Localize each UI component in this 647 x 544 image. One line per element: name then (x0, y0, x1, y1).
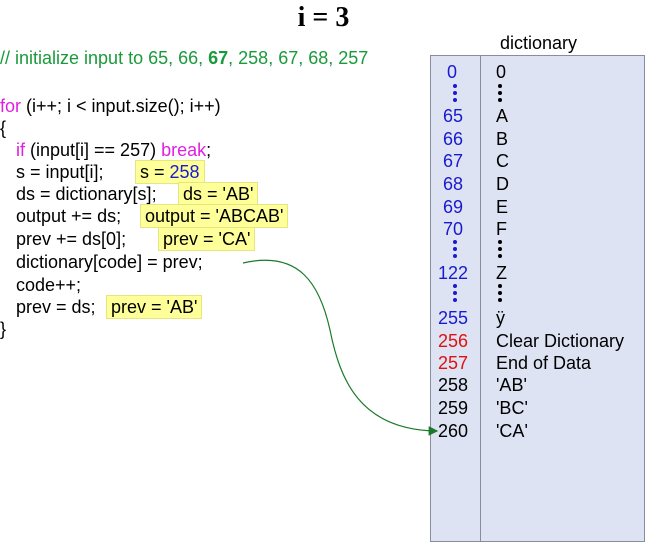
code-prev1-line: prev += ds[0]; (16, 229, 127, 249)
dict-entry-258: 'AB' (496, 375, 527, 395)
dict-code-70: 70 (443, 219, 464, 239)
code-close-brace: } (0, 319, 7, 339)
ellipsis-dots-entry-1 (498, 84, 502, 105)
dict-entry-69: E (496, 197, 509, 217)
dict-code-122: 122 (438, 263, 469, 283)
highlight-output: output = 'ABCAB' (140, 204, 289, 228)
dict-entry-66: B (496, 129, 509, 149)
dict-entry-122: Z (496, 263, 507, 283)
code-dictionary-line: dictionary[code] = prev; (16, 252, 203, 272)
ellipsis-dots-code-3 (453, 284, 457, 305)
dict-code-65: 65 (443, 106, 464, 126)
code-comment-line: // initialize input to 65, 66, 67, 258, … (0, 48, 369, 68)
code-ds-line: ds = dictionary[s]; (16, 184, 157, 204)
dict-entry-67: C (496, 151, 509, 171)
ellipsis-dots-code-1 (453, 84, 457, 105)
dict-code-0: 0 (447, 62, 458, 82)
dict-entry-260: 'CA' (496, 421, 528, 441)
dictionary-divider (480, 55, 481, 542)
comment-bold-value: 67 (208, 48, 229, 68)
highlight-s: s = 258 (135, 160, 205, 184)
dict-code-260: 260 (438, 421, 469, 441)
dict-entry-65: A (496, 106, 509, 126)
code-for-line: for (i++; i < input.size(); i++) (0, 96, 221, 116)
highlight-prev2: prev = 'AB' (106, 295, 203, 319)
dict-entry-0: 0 (496, 62, 507, 82)
iteration-title: i = 3 (297, 2, 350, 33)
code-code-line: code++; (16, 275, 82, 295)
dict-code-259: 259 (438, 398, 469, 418)
ellipsis-dots-entry-2 (498, 240, 502, 261)
dict-entry-259: 'BC' (496, 398, 528, 418)
dict-code-257: 257 (438, 353, 469, 373)
dict-code-67: 67 (443, 151, 464, 171)
code-s-line: s = input[i]; (16, 162, 104, 182)
for-keyword: for (0, 96, 22, 116)
ellipsis-dots-entry-3 (498, 284, 502, 305)
dict-code-256: 256 (438, 331, 469, 351)
dict-entry-68: D (496, 174, 509, 194)
break-keyword: break (161, 140, 207, 160)
ellipsis-dots-code-2 (453, 240, 457, 261)
dict-entry-255: ÿ (496, 308, 505, 328)
dict-code-66: 66 (443, 129, 464, 149)
dict-entry-70: F (496, 219, 507, 239)
highlight-prev1: prev = 'CA' (158, 227, 256, 251)
dict-entry-257: End of Data (496, 353, 592, 373)
code-open-brace: { (0, 118, 7, 138)
dict-code-69: 69 (443, 197, 464, 217)
dict-code-68: 68 (443, 174, 464, 194)
code-output-line: output += ds; (16, 206, 122, 226)
if-keyword: if (16, 140, 25, 160)
dict-entry-256: Clear Dictionary (496, 331, 625, 351)
highlight-ds: ds = 'AB' (178, 182, 259, 206)
dict-code-255: 255 (438, 308, 469, 328)
dict-code-258: 258 (438, 375, 469, 395)
code-if-line: if (input[i] == 257) break; (16, 140, 212, 160)
dictionary-label: dictionary (500, 33, 578, 53)
code-prev2-line: prev = ds; (16, 297, 96, 317)
